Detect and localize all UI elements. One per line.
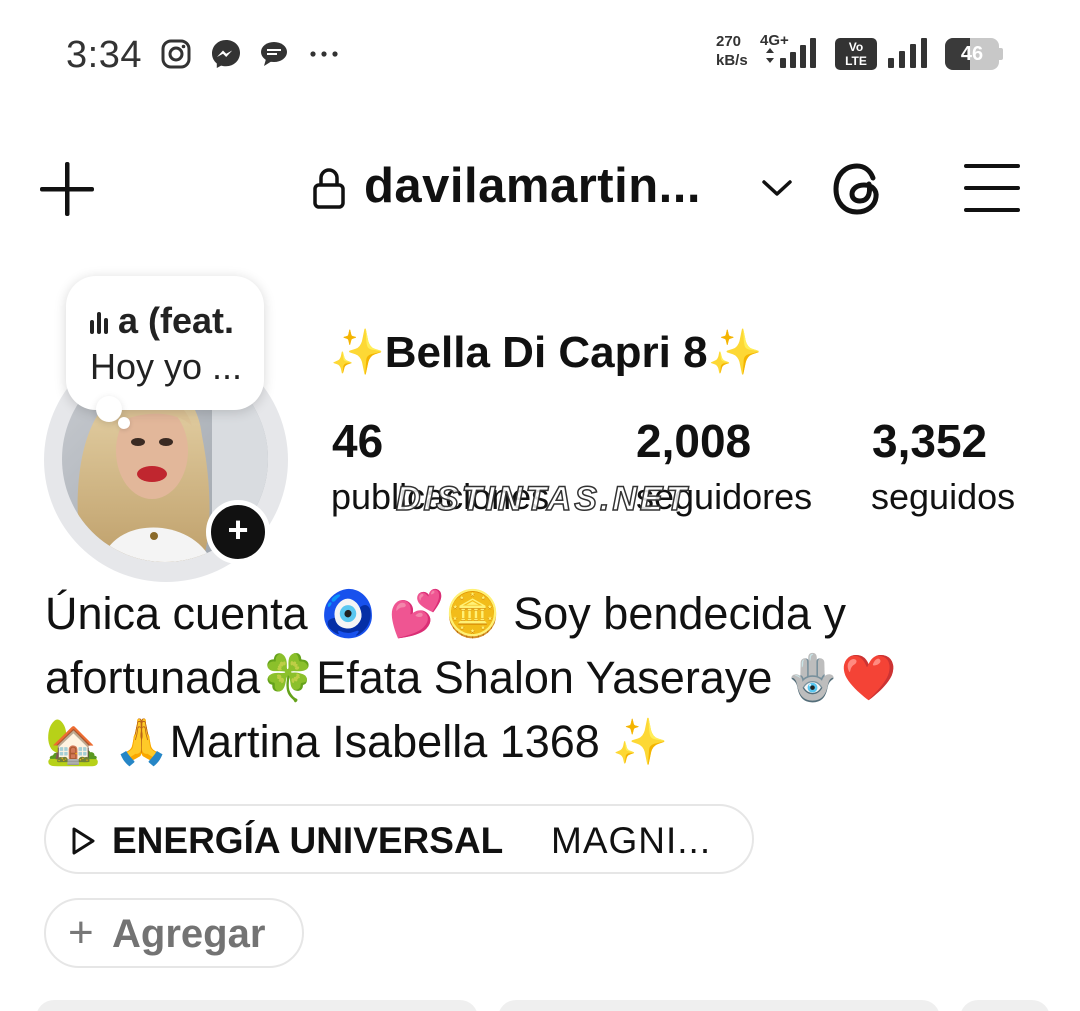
network-speed-value: 270 [716,33,742,50]
messenger-icon [212,40,240,68]
more-dots-icon [310,51,338,57]
chevron-down-icon[interactable] [760,174,794,202]
bio-line: Única cuenta 🧿 💕🪙 Soy bendecida y [45,588,846,639]
note-music-text: a (feat. [118,300,235,341]
add-link-button[interactable]: + Agregar [44,898,304,968]
following-label[interactable]: seguidos [871,476,1015,518]
plus-icon: + [68,908,94,957]
lock-icon [313,168,345,209]
volte-line-2: LTE [845,54,867,68]
menu-icon[interactable] [962,160,1022,216]
note-bubble[interactable] [66,276,264,410]
song-title: ENERGÍA UNIVERSAL [112,820,504,861]
profile-header: davilamartin... [0,140,1080,240]
battery-icon: 46 [945,38,1003,70]
song-artist: MAGNI... [551,820,712,861]
add-link-label: Agregar [112,912,266,956]
add-person-button[interactable] [960,1000,1050,1011]
battery-level: 46 [960,43,984,65]
volte-line-1: Vo [848,40,864,54]
create-plus-button[interactable] [38,160,96,218]
network-speed-unit: kB/s [716,52,748,69]
note-bubble-tail [96,396,122,422]
note-music-line: a (feat. [88,300,242,342]
play-icon [72,827,95,855]
volte-icon: Vo LTE [835,38,877,70]
chat-icon [261,42,287,66]
network-speed: 270 kB/s [716,32,748,70]
instagram-icon [161,39,191,69]
status-bar: 3:34 270 kB/s 4G+ Vo LTE 46 [0,0,1080,110]
edit-profile-button[interactable] [36,1000,478,1011]
signal-bars-icon [888,38,927,68]
threads-icon[interactable] [830,160,888,218]
status-time: 3:34 [66,34,142,76]
bio-line: afortunada🍀Efata Shalon Yaseraye 🪬❤️ [45,652,897,703]
note-bubble-tail-dot [118,417,130,429]
display-name: ✨Bella Di Capri 8✨ [330,328,763,377]
watermark: DISTINTAS.NET [395,479,690,519]
bio-line: 🏡 🙏Martina Isabella 1368 ✨ [45,716,669,767]
add-story-button[interactable]: + [206,500,270,564]
followers-count[interactable]: 2,008 [636,414,751,468]
profile-bio: Única cuenta 🧿 💕🪙 Soy bendecida y afortu… [45,582,1045,774]
posts-count[interactable]: 46 [332,414,383,468]
audio-bars-icon [88,312,114,335]
signal-4g-icon [766,38,816,68]
share-profile-button[interactable] [498,1000,940,1011]
note-text: Hoy yo ... [90,346,243,387]
profile-music-button[interactable]: ENERGÍA UNIVERSAL MAGNI... [44,804,754,874]
account-username[interactable]: davilamartin... [364,158,701,214]
following-count[interactable]: 3,352 [872,414,987,468]
